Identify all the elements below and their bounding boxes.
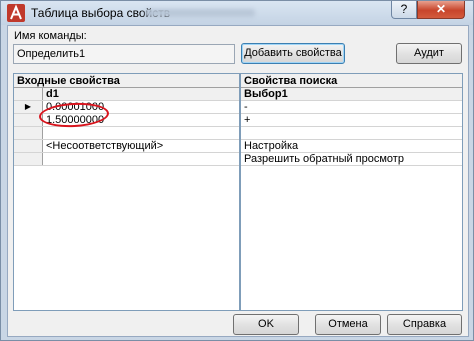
lookup-properties-title: Свойства поиска bbox=[241, 74, 462, 88]
command-name-label: Имя команды: bbox=[14, 30, 87, 42]
row-header bbox=[14, 140, 43, 152]
table-cell[interactable]: + bbox=[241, 114, 462, 126]
table-row[interactable]: - bbox=[241, 101, 462, 114]
command-name-input[interactable] bbox=[13, 44, 235, 64]
table-cell[interactable]: Настройка bbox=[241, 140, 462, 152]
row-header bbox=[14, 127, 43, 139]
autocad-logo-icon bbox=[7, 4, 25, 22]
title-blurred-text bbox=[145, 9, 255, 17]
table-row[interactable] bbox=[241, 127, 462, 140]
table-cell[interactable]: <Несоответствующий> bbox=[43, 140, 239, 152]
table-cell[interactable] bbox=[241, 127, 462, 139]
table-cell[interactable]: - bbox=[241, 101, 462, 113]
table-cell[interactable] bbox=[43, 153, 239, 165]
table-row[interactable] bbox=[14, 153, 239, 166]
grid-column-header: Выбор1 bbox=[241, 88, 462, 101]
help-icon[interactable]: ? bbox=[391, 1, 417, 19]
input-properties-title: Входные свойства bbox=[14, 74, 239, 88]
row-header-corner bbox=[14, 88, 43, 100]
ok-button[interactable]: OK bbox=[233, 314, 299, 335]
close-icon[interactable]: ✕ bbox=[417, 1, 465, 19]
grid-column-header: d1 bbox=[14, 88, 239, 101]
cancel-button[interactable]: Отмена bbox=[315, 314, 381, 335]
dialog-body: Имя команды: Добавить свойства ... Аудит… bbox=[7, 25, 469, 337]
title-bar[interactable]: Таблица выбора свойств ? ✕ bbox=[1, 1, 473, 25]
table-row[interactable]: + bbox=[241, 114, 462, 127]
table-cell[interactable]: Разрешить обратный просмотр bbox=[241, 153, 462, 165]
table-row[interactable] bbox=[14, 127, 239, 140]
audit-button[interactable]: Аудит bbox=[396, 43, 462, 64]
table-cell[interactable] bbox=[43, 127, 239, 139]
table-row[interactable]: Разрешить обратный просмотр bbox=[241, 153, 462, 166]
lookup-properties-grid[interactable]: Свойства поиска Выбор1 - + Настройка Раз… bbox=[240, 73, 463, 311]
table-row[interactable]: <Несоответствующий> bbox=[14, 140, 239, 153]
add-properties-button[interactable]: Добавить свойства ... bbox=[241, 43, 345, 78]
current-row-arrow-icon: ▶ bbox=[14, 101, 43, 113]
column-d1-header[interactable]: d1 bbox=[43, 88, 239, 100]
column-lookup1-header[interactable]: Выбор1 bbox=[241, 88, 462, 100]
row-header bbox=[14, 153, 43, 165]
selection-table-dialog: Таблица выбора свойств ? ✕ Имя команды: … bbox=[0, 0, 474, 341]
help-button[interactable]: Справка bbox=[387, 314, 462, 335]
table-row[interactable]: Настройка bbox=[241, 140, 462, 153]
